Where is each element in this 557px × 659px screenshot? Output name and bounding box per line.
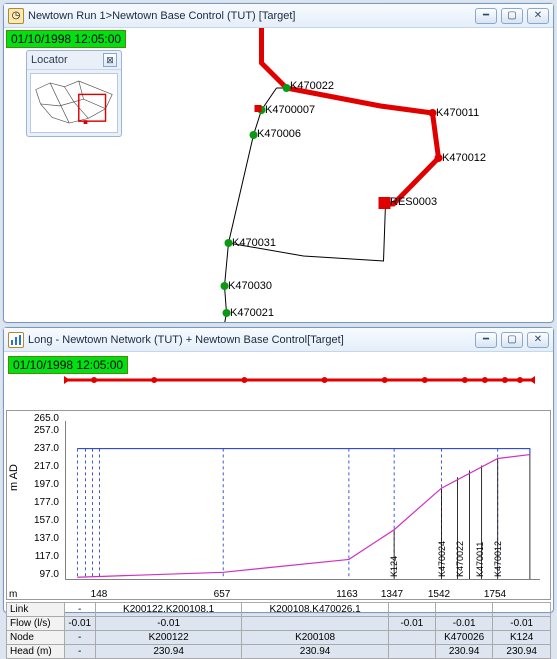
drop-label: K470024 xyxy=(437,541,447,577)
x-tick: 1754 xyxy=(484,589,506,600)
titlebar[interactable]: Long - Newtown Network (TUT) + Newtown B… xyxy=(4,328,553,352)
node-label: K470021 xyxy=(230,307,274,319)
chart-pane[interactable]: 01/10/1998 12:05:00 m AD 265.0 257.0 xyxy=(4,352,553,612)
minimize-icon: ━ xyxy=(483,334,489,345)
titlebar[interactable]: ◷ Newtown Run 1>Newtown Base Control (TU… xyxy=(4,4,553,28)
table-row: Link - K200122.K200108.1 K200108.K470026… xyxy=(7,603,551,617)
app-icon: ◷ xyxy=(8,8,24,24)
row-header: Head (m) xyxy=(7,645,65,659)
close-button[interactable]: ✕ xyxy=(527,332,549,348)
maximize-icon: ▢ xyxy=(507,10,516,21)
chart-window: Long - Newtown Network (TUT) + Newtown B… xyxy=(3,327,554,613)
locator-minimap[interactable] xyxy=(30,73,118,133)
x-tick: 1542 xyxy=(428,589,450,600)
node-label: K470022 xyxy=(290,80,334,92)
x-axis-unit: m xyxy=(9,589,17,600)
node-label: K4700007 xyxy=(265,104,315,116)
table-row: Head (m) - 230.94 230.94 230.94 230.94 xyxy=(7,645,551,659)
locator-title: Locator xyxy=(31,54,68,66)
node-label: K470012 xyxy=(442,152,486,164)
table-row: Flow (l/s) -0.01 -0.01 -0.01 -0.01 -0.01 xyxy=(7,617,551,631)
map-pane[interactable]: 01/10/1998 12:05:00 Locator ⊠ xyxy=(4,28,553,322)
minimize-icon: ━ xyxy=(483,10,489,21)
node-label: K470011 xyxy=(436,107,479,119)
node-label: K470030 xyxy=(228,280,272,292)
close-icon: ✕ xyxy=(534,334,542,345)
x-tick: 148 xyxy=(91,589,108,600)
locator-close-button[interactable]: ⊠ xyxy=(103,53,117,67)
row-header: Flow (l/s) xyxy=(7,617,65,631)
x-tick: 1347 xyxy=(381,589,403,600)
map-window: ◷ Newtown Run 1>Newtown Base Control (TU… xyxy=(3,3,554,323)
x-tick: 657 xyxy=(214,589,231,600)
profile-table: Link - K200122.K200108.1 K200108.K470026… xyxy=(6,602,551,659)
maximize-icon: ▢ xyxy=(507,334,516,345)
window-title: Long - Newtown Network (TUT) + Newtown B… xyxy=(28,334,475,346)
x-tick: 1163 xyxy=(336,589,358,600)
close-button[interactable]: ✕ xyxy=(527,8,549,24)
table-row: Node - K200122 K200108 K470026 K124 xyxy=(7,631,551,645)
overview-strip[interactable] xyxy=(64,374,535,386)
drop-label: K124 xyxy=(389,556,399,577)
minimize-button[interactable]: ━ xyxy=(475,332,497,348)
window-title: Newtown Run 1>Newtown Base Control (TUT)… xyxy=(28,10,475,22)
close-icon: ✕ xyxy=(534,10,542,21)
timestamp-badge: 01/10/1998 12:05:00 xyxy=(8,356,128,374)
row-header: Node xyxy=(7,631,65,645)
node-label: K470006 xyxy=(257,128,301,140)
locator-panel[interactable]: Locator ⊠ xyxy=(26,50,122,137)
maximize-button[interactable]: ▢ xyxy=(501,332,523,348)
minimize-button[interactable]: ━ xyxy=(475,8,497,24)
maximize-button[interactable]: ▢ xyxy=(501,8,523,24)
drop-label: K470022 xyxy=(455,541,465,577)
drop-label: K470012 xyxy=(493,541,503,577)
node-label: RES0003 xyxy=(390,196,437,208)
chart-icon xyxy=(8,332,24,348)
node-label: K470031 xyxy=(232,237,276,249)
row-header: Link xyxy=(7,603,65,617)
profile-chart[interactable]: m AD 265.0 257.0 237.0 217.0 197.0 177.0… xyxy=(6,410,551,600)
drop-label: K470011 xyxy=(475,542,485,577)
